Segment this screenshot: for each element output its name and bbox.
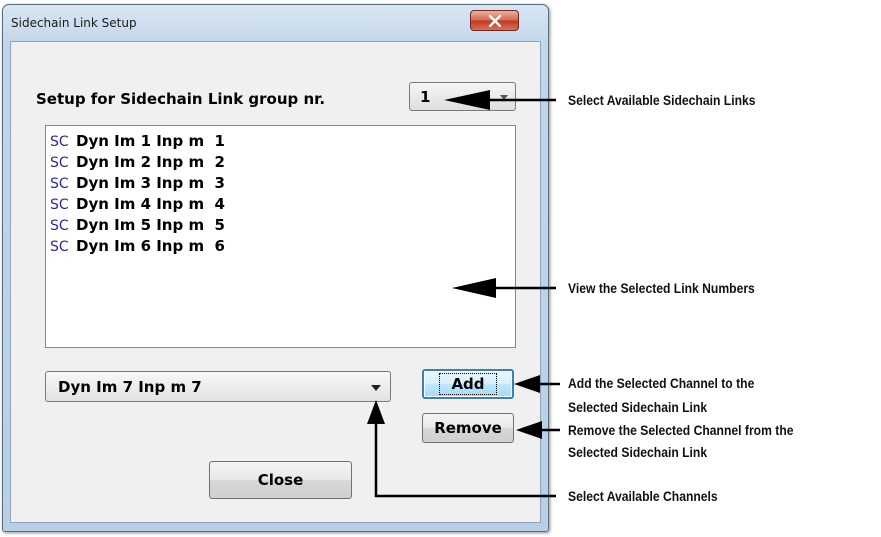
sidechain-icon: SC [50,176,69,192]
chevron-down-icon [371,385,381,391]
list-item[interactable]: SC Dyn Im 3 Inp m 3 [50,174,225,193]
link-label: Dyn Im 4 Inp m 4 [76,195,225,213]
chevron-down-icon [500,95,508,100]
close-button[interactable]: Close [209,461,352,499]
annotation-view-numbers: View the Selected Link Numbers [568,281,755,296]
link-label: Dyn Im 6 Inp m 6 [76,237,225,255]
channel-select-value: Dyn Im 7 Inp m 7 [58,378,202,396]
link-label: Dyn Im 1 Inp m 1 [76,132,225,150]
annotation-select-links: Select Available Sidechain Links [568,93,756,108]
link-label: Dyn Im 2 Inp m 2 [76,153,225,171]
link-label: Dyn Im 5 Inp m 5 [76,216,225,234]
window-close-button[interactable] [470,10,519,31]
link-group-select[interactable]: 1 [409,82,516,111]
list-item[interactable]: SC Dyn Im 1 Inp m 1 [50,132,225,151]
list-item[interactable]: SC Dyn Im 6 Inp m 6 [50,237,225,256]
link-group-value: 1 [420,88,431,106]
sidechain-icon: SC [50,155,69,171]
link-label: Dyn Im 3 Inp m 3 [76,174,225,192]
add-button-label: Add [439,373,497,395]
annotation-select-channels: Select Available Channels [568,489,718,504]
annotation-add-line1: Add the Selected Channel to the [568,376,755,391]
window-title: Sidechain Link Setup [11,16,137,30]
sidechain-link-list[interactable]: SC Dyn Im 1 Inp m 1 SC Dyn Im 2 Inp m 2 SC… [45,125,516,348]
list-item[interactable]: SC Dyn Im 2 Inp m 2 [50,153,225,172]
sidechain-icon: SC [50,239,69,255]
sidechain-icon: SC [50,218,69,234]
add-button[interactable]: Add [422,369,514,399]
sidechain-icon: SC [50,197,69,213]
remove-button[interactable]: Remove [422,413,514,443]
annotation-remove-line2: Selected Sidechain Link [568,445,708,460]
setup-group-label: Setup for Sidechain Link group nr. [36,90,326,108]
annotation-add-line2: Selected Sidechain Link [568,400,708,415]
close-icon [488,14,501,27]
sidechain-icon: SC [50,134,69,150]
annotation-remove-line1: Remove the Selected Channel from the [568,423,794,438]
list-item[interactable]: SC Dyn Im 5 Inp m 5 [50,216,225,235]
channel-select[interactable]: Dyn Im 7 Inp m 7 [45,371,391,402]
list-item[interactable]: SC Dyn Im 4 Inp m 4 [50,195,225,214]
